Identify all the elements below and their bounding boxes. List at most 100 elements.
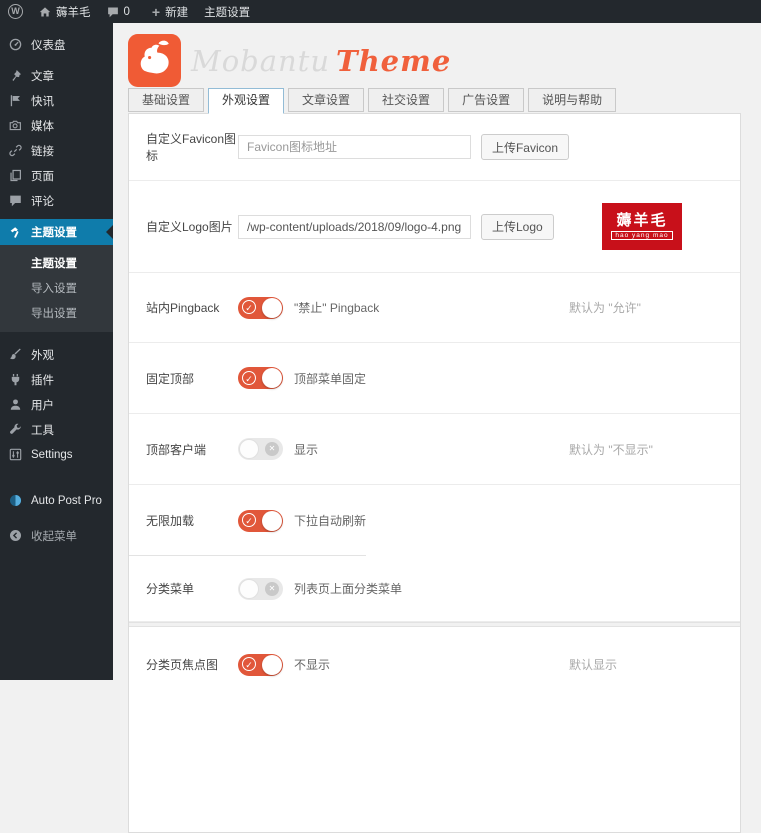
infinite-scroll-toggle[interactable]: ✓ [238,510,283,532]
sliders-icon [9,448,22,461]
mobantu-rabbit-logo-icon [128,34,181,87]
tab-social-settings[interactable]: 社交设置 [368,88,444,112]
tab-ad-settings[interactable]: 广告设置 [448,88,524,112]
toggle-knob [262,655,282,675]
site-link[interactable]: 薅羊毛 [31,0,99,23]
collapse-arrow-icon [9,529,22,542]
theme-brand: MobantuTheme [128,34,451,87]
logo-preview-chinese: 薅羊毛 [616,213,667,230]
sidebar-item-posts[interactable]: 文章 [0,63,113,88]
brand-word-theme: Theme [336,44,451,78]
favicon-url-input[interactable] [238,135,471,159]
sidebar-item-auto-post-pro[interactable]: Auto Post Pro [0,488,113,513]
theme-settings-shortcut[interactable]: 主题设置 [196,0,258,23]
setting-label: 固定顶部 [146,370,238,387]
submenu-item-export-settings[interactable]: 导出设置 [0,300,113,325]
sidebar-item-comments[interactable]: 评论 [0,188,113,213]
tab-appearance-settings[interactable]: 外观设置 [208,88,284,114]
plus-icon: + [152,5,160,19]
admin-sidebar: 仪表盘 文章 快讯 媒体 链接 页面 评论 [0,23,113,680]
setting-label: 分类菜单 [146,580,238,597]
new-label: 新建 [165,4,188,20]
sidebar-item-theme-settings[interactable]: 主题设置 [0,219,113,245]
setting-row-category-focus-image: 分类页焦点图 ✓ 不显示 默认显示 [129,627,740,702]
fixed-header-toggle[interactable]: ✓ [238,367,283,389]
category-menu-toggle[interactable]: ✕ [238,578,283,600]
setting-label: 无限加载 [146,512,238,529]
upload-favicon-button[interactable]: 上传Favicon [481,134,569,160]
header-client-toggle[interactable]: ✕ [238,438,283,460]
tab-post-settings[interactable]: 文章设置 [288,88,364,112]
settings-tabs: 基础设置 外观设置 文章设置 社交设置 广告设置 说明与帮助 [128,88,620,112]
submenu-item-theme-settings[interactable]: 主题设置 [0,250,113,275]
toggle-description: 下拉自动刷新 [294,512,366,529]
sidebar-item-tools[interactable]: 工具 [0,417,113,442]
setting-row-pingback: 站内Pingback ✓ "禁止" Pingback 默认为 "允许" [129,273,740,343]
check-icon: ✓ [242,657,256,671]
upload-logo-button[interactable]: 上传Logo [481,214,554,240]
brand-wordmark: MobantuTheme [191,44,451,78]
comment-icon [9,194,22,207]
comment-icon [107,6,119,18]
tab-basic-settings[interactable]: 基础设置 [128,88,204,112]
auto-post-pro-icon [9,494,22,507]
logo-preview-image: 薅羊毛 hao yang mao [602,203,682,250]
sidebar-item-users[interactable]: 用户 [0,392,113,417]
setting-row-infinite-scroll: 无限加载 ✓ 下拉自动刷新 [129,485,740,556]
logo-url-input[interactable] [238,215,471,239]
admin-content: MobantuTheme 基础设置 外观设置 文章设置 社交设置 广告设置 说明… [113,23,761,680]
setting-label: 站内Pingback [146,299,238,316]
comments-shortcut[interactable]: 0 [99,0,138,23]
hammer-icon [9,226,22,239]
sidebar-item-collapse-menu[interactable]: 收起菜单 [0,523,113,548]
sidebar-item-label: Auto Post Pro [31,495,102,507]
wordpress-menu[interactable]: W [0,0,31,23]
toggle-knob [239,439,259,459]
sidebar-item-label: 页面 [31,168,54,184]
default-hint: 默认显示 [569,656,617,673]
setting-row-fixed-header: 固定顶部 ✓ 顶部菜单固定 [129,343,740,414]
toggle-description: 顶部菜单固定 [294,370,366,387]
flag-icon [9,94,22,107]
camera-icon [9,119,22,132]
sidebar-item-media[interactable]: 媒体 [0,113,113,138]
site-name: 薅羊毛 [56,4,91,20]
setting-label: 自定义Favicon图标 [146,130,238,164]
home-icon [39,6,51,18]
sidebar-item-label: 主题设置 [31,224,77,240]
pages-icon [9,169,22,182]
sidebar-item-appearance[interactable]: 外观 [0,342,113,367]
toggle-knob [262,368,282,388]
new-content-menu[interactable]: + 新建 [144,0,196,23]
toggle-description: 列表页上面分类菜单 [294,580,402,597]
sidebar-item-label: 媒体 [31,118,54,134]
check-icon: ✓ [242,300,256,314]
setting-label: 顶部客户端 [146,441,238,458]
submenu-item-import-settings[interactable]: 导入设置 [0,275,113,300]
sidebar-item-links[interactable]: 链接 [0,138,113,163]
toggle-knob [239,579,259,599]
tab-help[interactable]: 说明与帮助 [528,88,616,112]
sidebar-item-label: 评论 [31,193,54,209]
logo-preview-pinyin: hao yang mao [611,231,672,240]
x-icon: ✕ [265,442,279,456]
wordpress-logo-icon: W [8,4,23,19]
sidebar-item-label: 文章 [31,68,54,84]
sidebar-item-label: 用户 [31,397,54,413]
category-focus-toggle[interactable]: ✓ [238,654,283,676]
sidebar-item-pages[interactable]: 页面 [0,163,113,188]
sidebar-item-news[interactable]: 快讯 [0,88,113,113]
wrench-icon [9,423,22,436]
comments-count: 0 [124,6,130,18]
setting-row-logo: 自定义Logo图片 上传Logo 薅羊毛 hao yang mao [129,181,740,273]
toggle-knob [262,298,282,318]
pingback-toggle[interactable]: ✓ [238,297,283,319]
sidebar-item-dashboard[interactable]: 仪表盘 [0,32,113,57]
sidebar-item-label: 工具 [31,422,54,438]
check-icon: ✓ [242,371,256,385]
check-icon: ✓ [242,513,256,527]
theme-settings-label: 主题设置 [204,4,250,20]
sidebar-item-plugins[interactable]: 插件 [0,367,113,392]
brush-icon [9,348,22,361]
sidebar-item-settings[interactable]: Settings [0,442,113,467]
